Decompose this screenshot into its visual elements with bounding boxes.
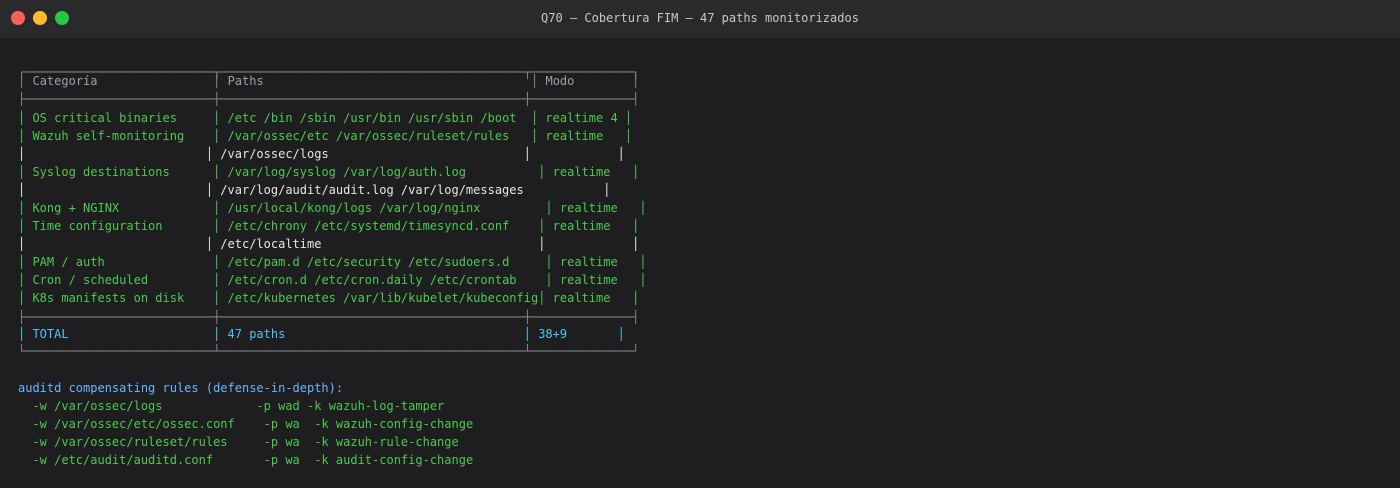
table-header-row: │ Categoría │ Paths │ Modo │ (18, 74, 640, 88)
auditd-rule: -w /var/ossec/logs -p wad -k wazuh-log-t… (32, 399, 445, 413)
table-row: │ │ /etc/localtime │ │ (18, 237, 640, 251)
table-row: │ │ /var/ossec/logs │ │ (18, 147, 625, 161)
auditd-heading: auditd compensating rules (defense-in-de… (18, 381, 344, 395)
table-row: │ Time configuration │ /etc/chrony /etc/… (18, 219, 640, 233)
header-mode: Modo (545, 74, 575, 88)
table-total-separator: ├──────────────────────────┼────────────… (18, 310, 640, 324)
table-row: │ Kong + NGINX │ /usr/local/kong/logs /v… (18, 201, 647, 215)
table-row: │ │ /var/log/audit/audit.log /var/log/me… (18, 183, 611, 197)
table-row: │ Cron / scheduled │ /etc/cron.d /etc/cr… (18, 273, 647, 287)
auditd-rule: -w /var/ossec/ruleset/rules -p wa -k waz… (32, 435, 459, 449)
table-bottom-border: └──────────────────────────┴────────────… (18, 344, 640, 358)
window-titlebar: Q70 — Cobertura FIM — 47 paths monitoriz… (0, 0, 1400, 38)
table-row: │ OS critical binaries │ /etc /bin /sbin… (18, 111, 633, 125)
auditd-rule: -w /var/ossec/etc/ossec.conf -p wa -k wa… (32, 417, 474, 431)
header-category: Categoría (32, 74, 98, 88)
auditd-rule: -w /etc/audit/auditd.conf -p wa -k audit… (32, 453, 474, 467)
terminal-output[interactable]: ┌──────────────────────────┬────────────… (0, 38, 1400, 488)
table-row: │ PAM / auth │ /etc/pam.d /etc/security … (18, 255, 647, 269)
table-total-row: │ TOTAL │ 47 paths │ 38+9 │ (18, 327, 625, 341)
table-row: │ Wazuh self-monitoring │ /var/ossec/etc… (18, 129, 633, 143)
table-row: │ K8s manifests on disk │ /etc/kubernete… (18, 291, 640, 305)
window-title: Q70 — Cobertura FIM — 47 paths monitoriz… (541, 11, 859, 25)
table-header-separator: ├──────────────────────────┼────────────… (18, 92, 640, 106)
table-row: │ Syslog destinations │ /var/log/syslog … (18, 165, 640, 179)
header-paths: Paths (227, 74, 264, 88)
